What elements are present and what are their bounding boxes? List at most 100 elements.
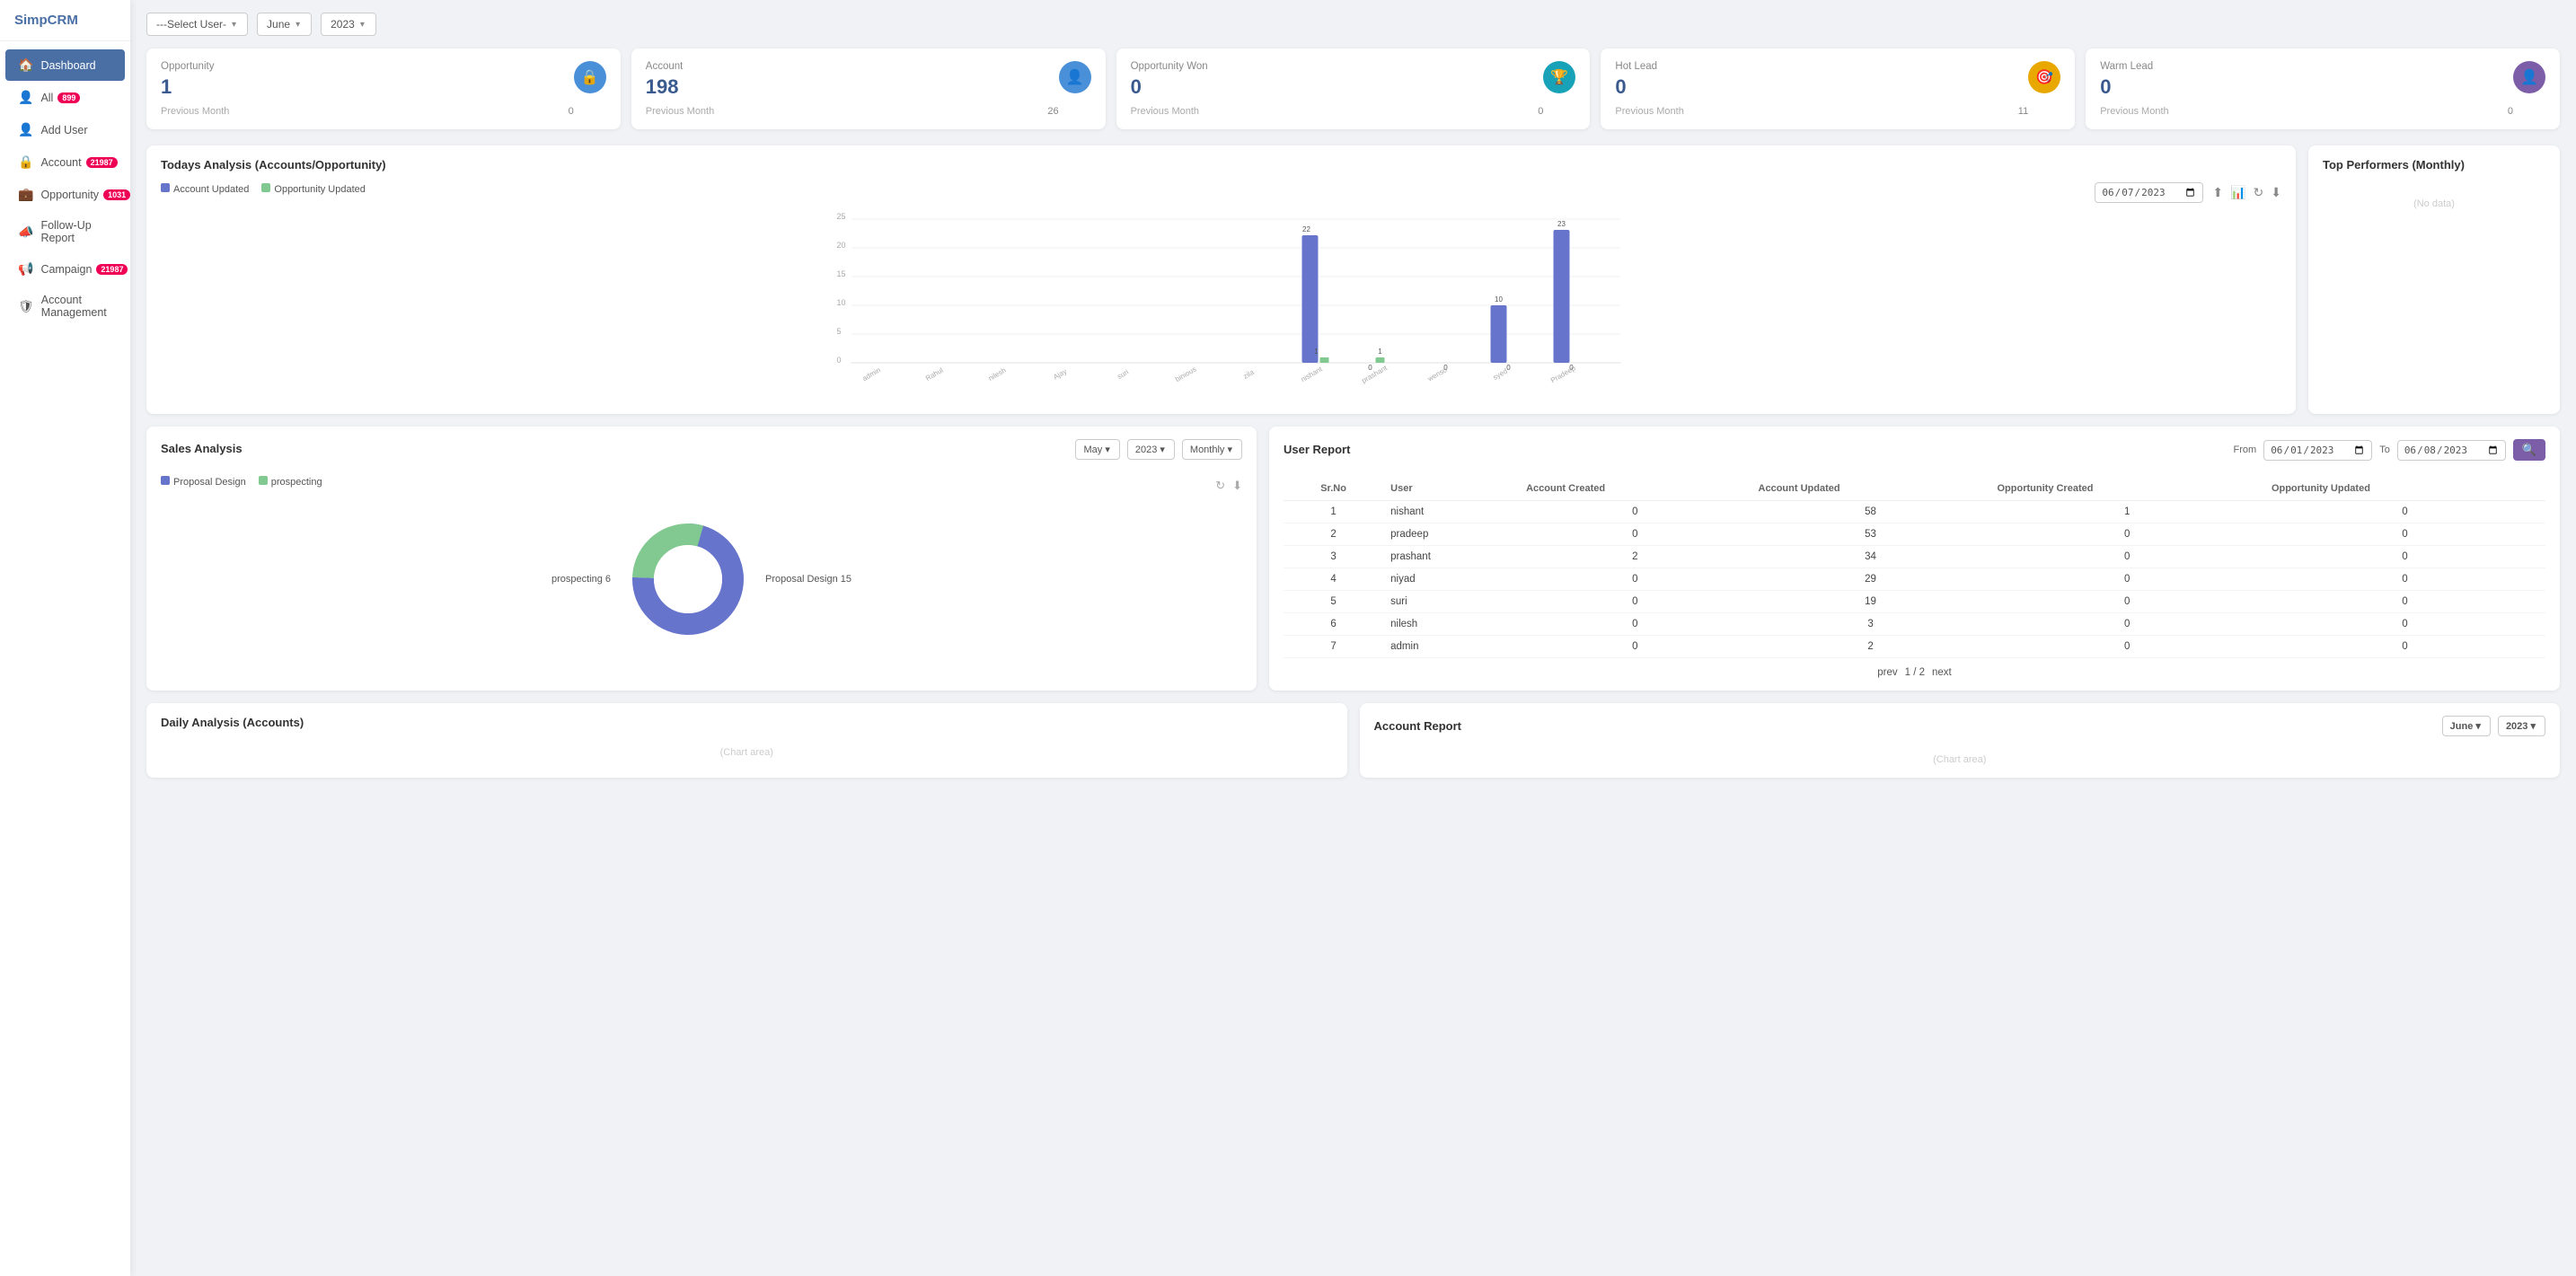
cell-au: 53: [1751, 524, 1990, 546]
to-date-input[interactable]: [2397, 440, 2506, 461]
sidebar: SimpCRM 🏠 Dashboard 👤 All 899 👤 Add User…: [0, 0, 130, 1276]
refresh-icon[interactable]: ↻: [1215, 479, 1225, 493]
svg-text:10: 10: [1495, 295, 1503, 304]
card-value: 198: [646, 75, 1059, 99]
sidebar-item-label: Follow-Up Report: [40, 219, 112, 244]
sidebar-item-dashboard[interactable]: 🏠 Dashboard: [5, 49, 125, 81]
svg-text:20: 20: [837, 241, 846, 250]
month-filter[interactable]: June ▾: [257, 13, 312, 36]
prev-value: 0: [2508, 106, 2513, 117]
month-filter-label: June: [267, 18, 290, 31]
cell-ou: 0: [2264, 501, 2545, 524]
year-filter[interactable]: 2023 ▾: [321, 13, 376, 36]
cell-sr: 6: [1284, 613, 1383, 636]
sidebar-item-campaign[interactable]: 📢 Campaign 21987: [5, 253, 125, 285]
main-content: ---Select User- ▾ June ▾ 2023 ▾ Opportun…: [130, 0, 2576, 1276]
chart-date-input[interactable]: [2095, 182, 2203, 203]
sidebar-item-follow-up[interactable]: 📣 Follow-Up Report: [5, 211, 125, 252]
sales-filters: May ▾ 2023 ▾ Monthly ▾: [1075, 439, 1242, 460]
account-report-panel: Account Report June ▾ 2023 ▾ (Chart area…: [1360, 703, 2561, 778]
card-icon: 👤: [1059, 61, 1091, 93]
chevron-down-icon: ▾: [360, 20, 365, 30]
svg-text:suri: suri: [1116, 368, 1130, 381]
card-account: Account 198 Previous Month 26 👤: [631, 48, 1106, 129]
sidebar-item-label: Add User: [40, 124, 87, 136]
prev-value: 0: [569, 106, 574, 117]
cell-sr: 7: [1284, 636, 1383, 658]
download-icon[interactable]: ⬇: [1232, 479, 1242, 493]
sidebar-item-opportunity[interactable]: 💼 Opportunity 1031: [5, 179, 125, 210]
col-opportunity-created: Opportunity Created: [1990, 477, 2264, 501]
search-button[interactable]: 🔍: [2513, 439, 2545, 461]
svg-text:wenso: wenso: [1425, 365, 1449, 383]
prev-label: Previous Month: [646, 106, 714, 117]
col-opportunity-updated: Opportunity Updated: [2264, 477, 2545, 501]
sidebar-item-label: Campaign: [40, 263, 92, 276]
analysis-row: Todays Analysis (Accounts/Opportunity) A…: [146, 145, 2560, 414]
year-filter-label: 2023: [331, 18, 355, 31]
sidebar-item-label: Opportunity: [40, 189, 99, 201]
opportunity-icon: 💼: [18, 187, 33, 202]
account-badge: 21987: [86, 157, 118, 168]
cell-user: nishant: [1383, 501, 1519, 524]
daily-analysis-empty: (Chart area): [161, 747, 1333, 758]
sidebar-item-account[interactable]: 🔒 Account 21987: [5, 146, 125, 178]
cell-ou: 0: [2264, 613, 2545, 636]
account-icon: 🔒: [18, 154, 33, 170]
sales-analysis-title: Sales Analysis: [161, 442, 243, 455]
svg-text:Pradeep: Pradeep: [1549, 364, 1577, 384]
chart-header: Account Updated Opportunity Updated ⬆ 📊 …: [161, 182, 2281, 203]
sidebar-item-add-user[interactable]: 👤 Add User: [5, 114, 125, 145]
refresh-icon[interactable]: ↻: [2254, 185, 2264, 200]
account-report-empty: (Chart area): [1374, 754, 2546, 765]
upload-icon[interactable]: ⬆: [2212, 185, 2223, 200]
bottom-row: Daily Analysis (Accounts) (Chart area) A…: [146, 703, 2560, 778]
legend-item-prospecting: prospecting: [259, 476, 322, 488]
campaign-icon: 📢: [18, 261, 33, 277]
user-filter[interactable]: ---Select User- ▾: [146, 13, 248, 36]
daily-analysis-title: Daily Analysis (Accounts): [161, 716, 1333, 729]
cell-ac: 0: [1519, 636, 1751, 658]
bar-chart-icon[interactable]: 📊: [2230, 185, 2245, 200]
cell-sr: 3: [1284, 546, 1383, 568]
card-title: Warm Lead: [2100, 61, 2513, 72]
sales-year-filter[interactable]: 2023 ▾: [1127, 439, 1175, 460]
svg-text:zila: zila: [1242, 368, 1256, 381]
prev-label: Previous Month: [2100, 106, 2168, 117]
account-month-filter[interactable]: June ▾: [2442, 716, 2491, 736]
svg-text:0: 0: [837, 356, 842, 365]
sales-period-filter[interactable]: Monthly ▾: [1182, 439, 1242, 460]
table-row: 2 pradeep 0 53 0 0: [1284, 524, 2545, 546]
next-button[interactable]: next: [1932, 667, 1952, 678]
svg-text:admin: admin: [861, 365, 882, 383]
sidebar-nav: 🏠 Dashboard 👤 All 899 👤 Add User 🔒 Accou…: [0, 41, 130, 1276]
card-value: 1: [161, 75, 574, 99]
card-title: Opportunity: [161, 61, 574, 72]
dashboard-icon: 🏠: [18, 57, 33, 73]
from-date-input[interactable]: [2263, 440, 2372, 461]
sidebar-item-label: All: [40, 92, 53, 104]
download-icon[interactable]: ⬇: [2271, 185, 2281, 200]
cell-user: nilesh: [1383, 613, 1519, 636]
cell-user: prashant: [1383, 546, 1519, 568]
to-label: To: [2379, 444, 2390, 455]
svg-text:15: 15: [837, 269, 846, 278]
cell-oc: 1: [1990, 501, 2264, 524]
svg-text:1: 1: [1314, 348, 1319, 356]
account-year-filter[interactable]: 2023 ▾: [2498, 716, 2545, 736]
card-value: 0: [1615, 75, 2028, 99]
user-report-table: Sr.No User Account Created Account Updat…: [1284, 477, 2545, 658]
cell-oc: 0: [1990, 636, 2264, 658]
cell-sr: 5: [1284, 591, 1383, 613]
top-performers-panel: Top Performers (Monthly) (No data): [2308, 145, 2560, 414]
sales-month-filter[interactable]: May ▾: [1075, 439, 1119, 460]
sidebar-item-account-mgmt[interactable]: 🛡 Account Management: [5, 286, 125, 327]
table-row: 7 admin 0 2 0 0: [1284, 636, 2545, 658]
sidebar-item-label: Account Management: [41, 294, 112, 319]
sidebar-item-all[interactable]: 👤 All 899: [5, 82, 125, 113]
cell-au: 29: [1751, 568, 1990, 591]
card-opportunity-won: Opportunity Won 0 Previous Month 0 🏆: [1116, 48, 1591, 129]
prev-button[interactable]: prev: [1877, 667, 1897, 678]
user-report-panel: User Report From To 🔍 Sr.No User Account…: [1269, 427, 2560, 691]
table-row: 3 prashant 2 34 0 0: [1284, 546, 2545, 568]
